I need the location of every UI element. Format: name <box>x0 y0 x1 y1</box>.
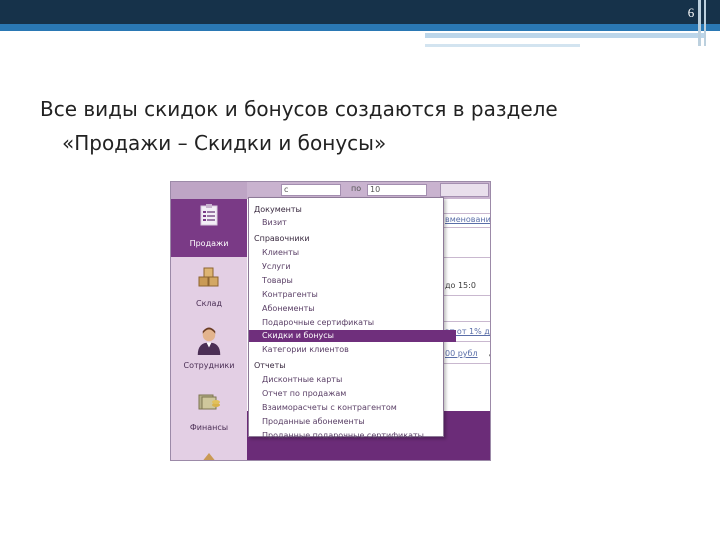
sidebar-label-warehouse: Склад <box>196 299 222 308</box>
menu-heading-reports: Отчеты <box>254 361 286 370</box>
sidebar-item-finance[interactable]: Финансы <box>171 385 247 445</box>
clipboard-icon <box>200 204 218 226</box>
sidebar-item-employees[interactable]: Сотрудники <box>171 323 247 383</box>
app-toolbar-left <box>171 182 247 199</box>
slide-text-line-2: «Продажи – Скидки и бонусы» <box>62 131 387 155</box>
app-screenshot: с по 10 Продажи Склад Сотрудники Финансы… <box>170 181 491 461</box>
boxes-icon <box>198 267 219 287</box>
person-icon <box>197 327 221 355</box>
menu-item-contractor-settlements[interactable]: Взаиморасчеты с контрагентом <box>249 402 456 414</box>
toolbar-button[interactable] <box>440 183 489 197</box>
menu-heading-directories: Справочники <box>254 234 310 243</box>
app-sidebar: Продажи Склад Сотрудники Финансы <box>171 199 247 460</box>
menu-item-sold-gift-certificates[interactable]: Проданные подарочные сертификаты <box>249 430 456 442</box>
date-from-field[interactable]: с <box>281 184 341 196</box>
menu-item-goods[interactable]: Товары <box>249 275 456 287</box>
menu-item-services[interactable]: Услуги <box>249 261 456 273</box>
grid-line <box>444 363 490 364</box>
slide-header-accent-line-short <box>425 44 580 47</box>
slide-header-band <box>0 0 720 24</box>
date-to-field[interactable]: 10 <box>367 184 427 196</box>
menu-item-subscriptions[interactable]: Абонементы <box>249 303 456 315</box>
slide-corner-bar <box>698 0 701 46</box>
hand-cursor-icon <box>489 354 490 357</box>
menu-item-gift-certificates[interactable]: Подарочные сертификаты <box>249 317 456 329</box>
money-icon <box>198 394 220 410</box>
menu-item-contractors[interactable]: Контрагенты <box>249 289 456 301</box>
sidebar-label-employees: Сотрудники <box>183 361 235 370</box>
slide-corner-bar-thin <box>704 0 706 46</box>
menu-item-discount-cards[interactable]: Дисконтные карты <box>249 374 456 386</box>
slide-body-text: Все виды скидок и бонусов создаются в ра… <box>40 92 680 160</box>
sales-dropdown-menu: Документы Визит Справочники Клиенты Услу… <box>248 197 490 440</box>
menu-heading-documents: Документы <box>254 205 302 214</box>
menu-item-clients[interactable]: Клиенты <box>249 247 456 259</box>
date-to-label: по <box>351 184 362 193</box>
menu-item-sold-subscriptions[interactable]: Проданные абонементы <box>249 416 456 428</box>
sidebar-label-finance: Финансы <box>189 423 229 432</box>
grid-line <box>444 213 490 214</box>
sidebar-item-sales[interactable]: Продажи <box>171 199 247 257</box>
slide-header-accent-line <box>425 33 705 38</box>
slide-text-line-1: Все виды скидок и бонусов создаются в ра… <box>40 97 558 121</box>
slide-header-strip <box>0 24 720 31</box>
sidebar-label-sales: Продажи <box>189 239 229 248</box>
menu-item-sales-report[interactable]: Отчет по продажам <box>249 388 456 400</box>
slide-page-number: 6 <box>687 5 695 20</box>
menu-item-client-categories[interactable]: Категории клиентов <box>249 344 456 356</box>
sidebar-partial-icon <box>203 453 215 460</box>
menu-item-visit[interactable]: Визит <box>249 217 456 229</box>
menu-item-discounts-bonuses[interactable]: Скидки и бонусы <box>249 330 456 342</box>
sidebar-item-warehouse[interactable]: Склад <box>171 261 247 321</box>
